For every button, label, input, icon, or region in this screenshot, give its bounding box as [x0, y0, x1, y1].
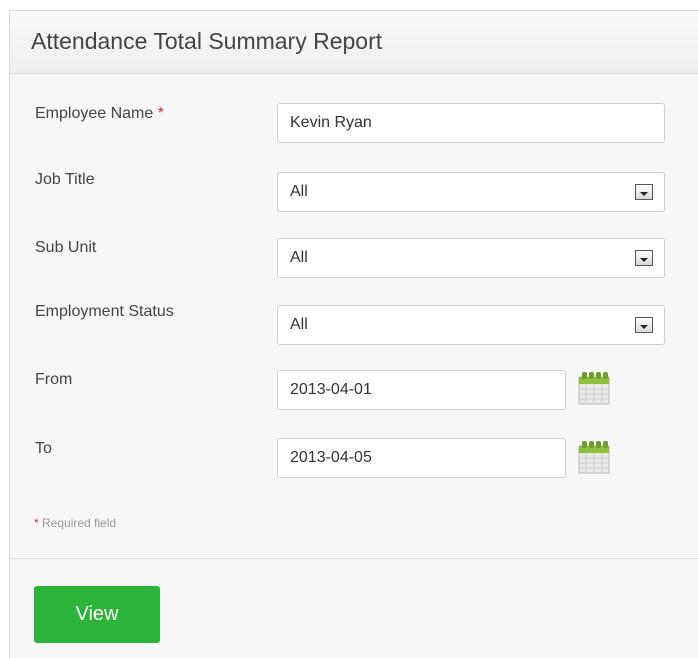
employment-status-select[interactable]: All [277, 305, 665, 345]
from-date-input[interactable]: 2013-04-01 [277, 370, 566, 410]
employment-status-value: All [290, 316, 308, 333]
required-mark: * [157, 105, 164, 122]
report-panel: Attendance Total Summary Report Employee… [9, 10, 698, 658]
from-label: From [35, 371, 73, 388]
employment-status-label: Employment Status [35, 303, 174, 320]
dropdown-arrow-icon[interactable] [635, 317, 653, 333]
dropdown-arrow-icon[interactable] [635, 250, 653, 266]
to-label: To [35, 440, 52, 457]
required-mark: * [34, 516, 39, 530]
to-date-input[interactable]: 2013-04-05 [277, 438, 566, 478]
sub-unit-label: Sub Unit [35, 239, 97, 256]
job-title-label: Job Title [35, 171, 95, 188]
calendar-icon[interactable] [578, 371, 610, 405]
page-title: Attendance Total Summary Report [31, 28, 383, 54]
from-date-value: 2013-04-01 [290, 381, 372, 398]
employee-name-value: Kevin Ryan [290, 114, 372, 131]
employee-name-input[interactable]: Kevin Ryan [277, 103, 665, 143]
employee-name-label: Employee Name * [35, 105, 164, 123]
divider [10, 558, 698, 559]
to-date-value: 2013-04-05 [290, 449, 372, 466]
view-button[interactable]: View [34, 586, 160, 643]
employee-name-label-text: Employee Name [35, 105, 154, 122]
job-title-select[interactable]: All [277, 172, 665, 212]
job-title-value: All [290, 183, 308, 200]
required-note-text: Required field [42, 516, 117, 530]
sub-unit-select[interactable]: All [277, 238, 665, 278]
sub-unit-value: All [290, 249, 308, 266]
calendar-icon[interactable] [578, 440, 610, 474]
panel-header: Attendance Total Summary Report [10, 11, 698, 74]
dropdown-arrow-icon[interactable] [635, 184, 653, 200]
required-field-note: * Required field [34, 516, 116, 530]
